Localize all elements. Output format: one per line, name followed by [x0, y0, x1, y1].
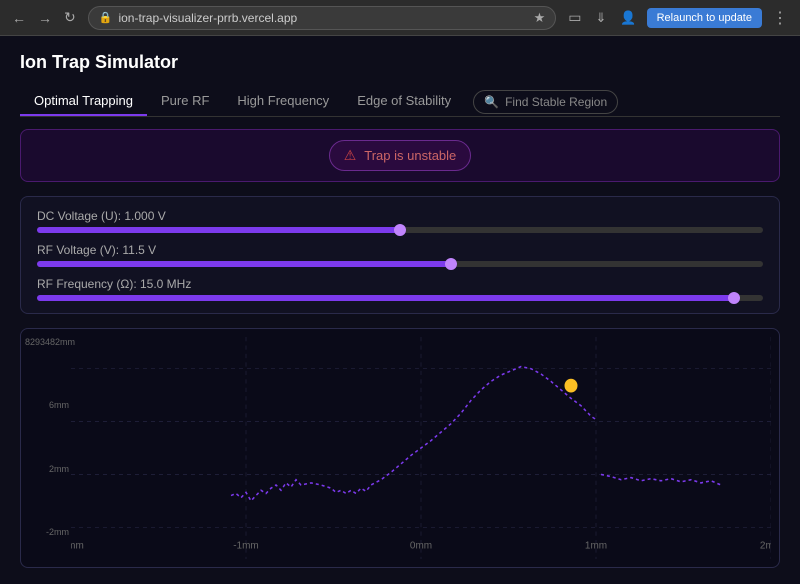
- cast-button[interactable]: ▭: [564, 7, 585, 28]
- app-container: Ion Trap Simulator Optimal Trapping Pure…: [0, 36, 800, 584]
- app-title: Ion Trap Simulator: [20, 52, 780, 73]
- rf-frequency-label: RF Frequency (Ω): 15.0 MHz: [37, 277, 763, 291]
- rf-frequency-slider-row: RF Frequency (Ω): 15.0 MHz: [37, 277, 763, 301]
- tab-optimal-trapping[interactable]: Optimal Trapping: [20, 87, 147, 116]
- y-label-neg2mm: -2mm: [25, 527, 69, 537]
- svg-text:-1mm: -1mm: [233, 540, 258, 551]
- rf-voltage-label: RF Voltage (V): 11.5 V: [37, 243, 763, 257]
- browser-actions: ▭ ⇓ 👤 Relaunch to update ⋮: [564, 6, 792, 30]
- search-icon: 🔍: [484, 95, 499, 109]
- tab-edge-of-stability[interactable]: Edge of Stability: [343, 87, 465, 116]
- relaunch-button[interactable]: Relaunch to update: [647, 8, 762, 28]
- address-bar[interactable]: 🔒 ion-trap-visualizer-prrb.vercel.app ★: [88, 6, 557, 30]
- url-text: ion-trap-visualizer-prrb.vercel.app: [118, 11, 527, 25]
- y-axis-labels: 8293482mm 6mm 2mm -2mm: [25, 337, 69, 537]
- rf-voltage-thumb[interactable]: [445, 258, 457, 270]
- rf-frequency-fill: [37, 295, 734, 301]
- status-badge: ⚠ Trap is unstable: [329, 140, 472, 171]
- warning-icon: ⚠: [344, 147, 357, 164]
- y-label-top: 8293482mm: [25, 337, 69, 347]
- rf-frequency-track[interactable]: [37, 295, 763, 301]
- dc-voltage-slider-row: DC Voltage (U): 1.000 V: [37, 209, 763, 233]
- tab-high-frequency[interactable]: High Frequency: [223, 87, 343, 116]
- rf-voltage-fill: [37, 261, 451, 267]
- sliders-panel: DC Voltage (U): 1.000 V RF Voltage (V): …: [20, 196, 780, 314]
- y-label-6mm: 6mm: [25, 400, 69, 410]
- rf-voltage-track[interactable]: [37, 261, 763, 267]
- browser-chrome: ← → ↻ 🔒 ion-trap-visualizer-prrb.vercel.…: [0, 0, 800, 36]
- status-banner: ⚠ Trap is unstable: [20, 129, 780, 182]
- tab-pure-rf[interactable]: Pure RF: [147, 87, 223, 116]
- chart-container: 8293482mm 6mm 2mm -2mm: [20, 328, 780, 568]
- dc-voltage-fill: [37, 227, 400, 233]
- download-button[interactable]: ⇓: [591, 8, 610, 28]
- search-label: Find Stable Region: [505, 95, 607, 109]
- rf-voltage-slider-row: RF Voltage (V): 11.5 V: [37, 243, 763, 267]
- back-button[interactable]: ←: [8, 7, 30, 28]
- dc-voltage-thumb[interactable]: [394, 224, 406, 236]
- chart-svg: -1mm 0mm 1mm 2mm -2mm: [71, 337, 771, 559]
- bookmark-icon: ★: [534, 10, 546, 26]
- svg-text:2mm: 2mm: [760, 540, 771, 551]
- status-text: Trap is unstable: [364, 148, 456, 163]
- security-icon: 🔒: [99, 11, 113, 24]
- dc-voltage-label: DC Voltage (U): 1.000 V: [37, 209, 763, 223]
- find-stable-region-search[interactable]: 🔍 Find Stable Region: [473, 90, 618, 114]
- browser-menu-button[interactable]: ⋮: [768, 6, 792, 30]
- refresh-button[interactable]: ↻: [60, 7, 80, 28]
- y-label-2mm: 2mm: [25, 464, 69, 474]
- tabs-container: Optimal Trapping Pure RF High Frequency …: [20, 87, 780, 117]
- rf-frequency-thumb[interactable]: [728, 292, 740, 304]
- svg-text:-2mm: -2mm: [71, 540, 84, 551]
- forward-button[interactable]: →: [34, 7, 56, 28]
- dc-voltage-track[interactable]: [37, 227, 763, 233]
- profile-button[interactable]: 👤: [616, 8, 640, 28]
- svg-text:1mm: 1mm: [585, 540, 607, 551]
- svg-text:0mm: 0mm: [410, 540, 432, 551]
- nav-buttons: ← → ↻: [8, 7, 80, 28]
